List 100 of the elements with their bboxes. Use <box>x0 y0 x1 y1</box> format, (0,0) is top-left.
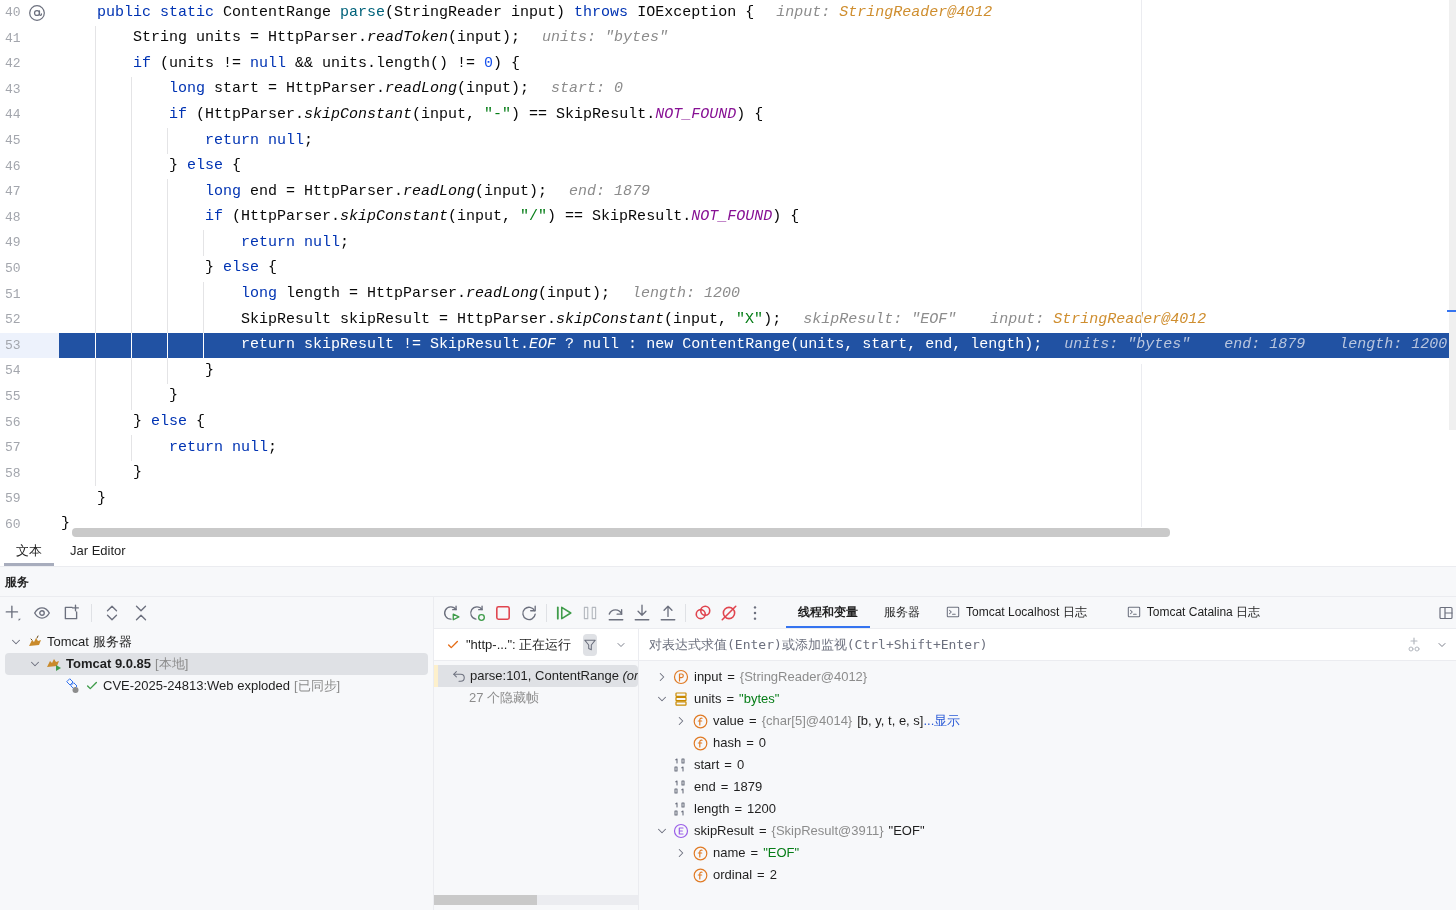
code-line: public static ContentRange parse(StringReader input) throws IOException { <box>97 2 755 23</box>
eye-icon[interactable] <box>33 604 51 622</box>
inline-hint: end: 1879 <box>1224 335 1306 356</box>
vertical-scrollbar[interactable] <box>1449 0 1456 430</box>
variable-text: start = 0 <box>694 756 745 775</box>
step-out-icon[interactable] <box>659 603 677 622</box>
line-number: 54 <box>4 362 22 381</box>
line-number: 43 <box>4 80 22 99</box>
tree-label: Tomcat 服务器 <box>47 633 132 652</box>
step-into-icon[interactable] <box>633 603 651 622</box>
at-sign-icon[interactable] <box>28 3 46 22</box>
line-number: 53 <box>4 336 22 355</box>
new-tab-icon[interactable] <box>62 604 80 622</box>
rerun-debug-icon[interactable] <box>468 603 486 622</box>
code-line: if (units != null && units.length() != 0) { <box>133 53 521 74</box>
line-number: 60 <box>4 515 22 534</box>
line-number: 41 <box>4 29 22 48</box>
tree-row[interactable]: CVE-2025-24813:Web exploded [已同步] <box>5 675 428 697</box>
field-icon <box>692 845 708 861</box>
console-icon <box>946 604 960 619</box>
variable-row[interactable]: value = {char[5]@4014} [b, y, t, e, s]...显示 <box>651 710 1456 732</box>
line-number: 56 <box>4 413 22 432</box>
console-icon <box>1126 604 1141 619</box>
line-number: 45 <box>4 132 22 150</box>
restart-icon[interactable] <box>520 603 538 622</box>
mute-breakpoints-icon[interactable] <box>720 603 738 622</box>
variable-text: units = "bytes" <box>694 690 780 709</box>
code-line: } <box>61 514 70 535</box>
expression-field[interactable]: 对表达式求值(Enter)或添加监视(Ctrl+Shift+Enter) <box>639 629 1406 660</box>
parameter-icon <box>673 669 689 685</box>
variable-row[interactable]: hash = 0 <box>651 732 1456 754</box>
code-line: String units = HttpParser.readToken(input); <box>133 28 521 49</box>
variable-row[interactable]: ordinal = 2 <box>651 864 1456 886</box>
code-line: } else { <box>169 156 242 177</box>
line-number: 48 <box>4 208 22 227</box>
code-line: } <box>97 488 106 509</box>
inline-hint: units: "bytes" <box>1064 335 1191 356</box>
editor-tab[interactable]: Jar Editor <box>58 538 138 566</box>
inline-hint: units: "bytes" <box>542 28 669 49</box>
code-line: } <box>133 463 142 484</box>
stop-icon[interactable] <box>494 603 512 622</box>
code-line: return null; <box>205 130 314 151</box>
tree-note: [本地] <box>155 655 189 674</box>
tree-row[interactable]: Tomcat 服务器 <box>5 631 428 653</box>
tree-label: CVE-2025-24813:Web exploded <box>103 677 290 696</box>
inline-hint: input: StringReader@4012 <box>776 2 993 23</box>
code-line: return null; <box>169 437 278 458</box>
tree-label: Tomcat 9.0.85 <box>66 655 152 674</box>
debugger-tab[interactable]: Tomcat Catalina 日志 <box>1114 597 1273 628</box>
line-number: 46 <box>4 157 22 176</box>
inline-hint: length: 1200 <box>632 284 741 305</box>
stack-frame[interactable]: parse:101, ContentRange (or <box>434 665 638 687</box>
return-arrow-icon <box>452 669 466 683</box>
line-number: 57 <box>4 439 22 458</box>
line-number: 50 <box>4 260 22 278</box>
debugger-tab[interactable]: Tomcat Localhost 日志 <box>934 597 1099 628</box>
line-number: 52 <box>4 311 22 330</box>
inline-hint: start: 0 <box>551 79 624 100</box>
line-number: 44 <box>4 106 22 125</box>
variable-text: name = "EOF" <box>713 844 800 863</box>
code-line: } <box>205 360 214 381</box>
code-line: long end = HttpParser.readLong(input); <box>205 181 548 202</box>
variable-row[interactable]: length = 1200 <box>651 798 1456 820</box>
variable-row[interactable]: name = "EOF" <box>651 842 1456 864</box>
caret-marker <box>1447 310 1456 312</box>
variable-text: skipResult = {SkipResult@3911} "EOF" <box>694 822 925 841</box>
line-number: 58 <box>4 464 22 483</box>
debugger-tab[interactable]: 服务器 <box>872 597 932 628</box>
tree-row[interactable]: Tomcat 9.0.85 [本地] <box>5 653 428 675</box>
field-icon <box>692 867 708 883</box>
line-number: 59 <box>4 490 22 509</box>
variable-row[interactable]: units = "bytes" <box>651 688 1456 710</box>
line-number: 55 <box>4 387 22 406</box>
breakpoints-icon[interactable] <box>694 603 712 622</box>
variable-icon <box>673 691 689 707</box>
layout-icon[interactable] <box>1438 604 1454 621</box>
horizontal-scrollbar[interactable] <box>434 895 638 905</box>
variable-row[interactable]: end = 1879 <box>651 776 1456 798</box>
field-icon <box>692 713 708 729</box>
artifact-icon <box>65 678 81 694</box>
filter-button[interactable] <box>583 633 598 656</box>
panel-title: 服务 <box>5 573 29 591</box>
rerun-icon[interactable] <box>442 603 460 622</box>
variable-row[interactable]: start = 0 <box>651 754 1456 776</box>
code-line: long length = HttpParser.readLong(input); <box>241 284 611 305</box>
code-line: return skipResult != SkipResult.EOF ? null : new ContentRange(units, start, end, length); <box>241 335 1043 356</box>
line-number: 49 <box>4 234 22 253</box>
add-icon[interactable] <box>4 604 22 622</box>
enum-icon <box>673 823 689 839</box>
variable-row[interactable]: input = {StringReader@4012} <box>651 666 1456 688</box>
variable-text: ordinal = 2 <box>713 866 777 885</box>
horizontal-scrollbar[interactable] <box>72 528 1170 537</box>
field-icon <box>692 735 708 751</box>
code-line: } else { <box>133 412 206 433</box>
inline-hint: input: StringReader@4012 <box>990 309 1207 330</box>
tree-note: [已同步] <box>293 677 341 696</box>
variable-text: length = 1200 <box>694 800 776 819</box>
variable-row[interactable]: skipResult = {SkipResult@3911} "EOF" <box>651 820 1456 842</box>
inline-hint: length: 1200 <box>1339 335 1448 356</box>
code-line: if (HttpParser.skipConstant(input, "-") == SkipResult.NOT_FOUND) { <box>169 104 764 125</box>
